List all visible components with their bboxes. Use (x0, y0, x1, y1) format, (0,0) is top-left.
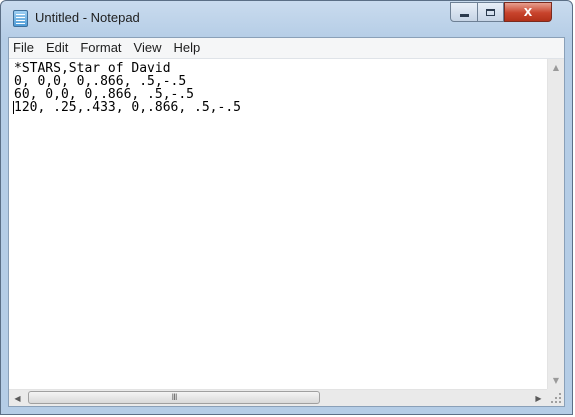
scroll-up-arrow-icon[interactable]: ▲ (548, 59, 564, 76)
minimize-button[interactable] (450, 2, 478, 22)
menu-view[interactable]: View (128, 38, 168, 58)
menu-format[interactable]: Format (74, 38, 127, 58)
title-bar[interactable]: Untitled - Notepad X (1, 1, 572, 37)
minimize-icon (459, 13, 469, 17)
text-editor[interactable]: *STARS,Star of David 0, 0,0, 0,.866, .5,… (9, 59, 547, 389)
maximize-icon (486, 8, 495, 16)
scroll-down-arrow-icon[interactable]: ▼ (548, 372, 564, 389)
close-button[interactable]: X (504, 2, 552, 22)
close-icon: X (523, 5, 533, 19)
thumb-grip: III (171, 392, 178, 403)
text-caret (13, 101, 14, 114)
menu-edit[interactable]: Edit (40, 38, 74, 58)
window-title: Untitled - Notepad (35, 10, 140, 25)
scroll-left-arrow-icon[interactable]: ◀ (9, 390, 26, 406)
menu-bar: File Edit Format View Help (9, 38, 564, 59)
vertical-scrollbar[interactable]: ▲ ▼ (547, 59, 564, 389)
notepad-window: Untitled - Notepad X File Edit Format Vi… (0, 0, 573, 415)
scroll-right-arrow-icon[interactable]: ▶ (530, 390, 547, 406)
menu-file[interactable]: File (9, 38, 40, 58)
menu-help[interactable]: Help (167, 38, 206, 58)
notepad-icon[interactable] (13, 10, 28, 27)
resize-grip-icon[interactable] (547, 389, 564, 406)
horizontal-scrollbar[interactable]: ◀ III ▶ (9, 389, 547, 406)
horizontal-scroll-thumb[interactable]: III (28, 391, 320, 404)
client-area: File Edit Format View Help *STARS,Star o… (8, 37, 565, 407)
editor-content[interactable]: *STARS,Star of David 0, 0,0, 0,.866, .5,… (9, 59, 547, 114)
maximize-button[interactable] (477, 2, 504, 22)
